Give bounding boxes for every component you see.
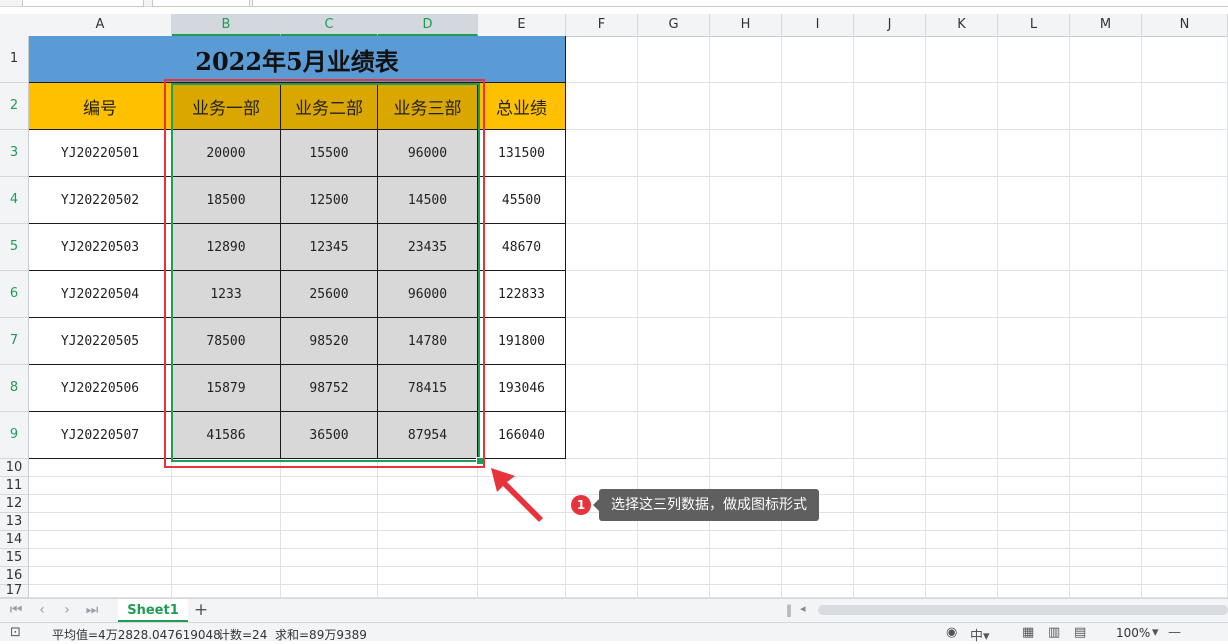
status-count: 计数=24	[218, 628, 268, 642]
column-header-bar: ABCDEFGHIJKLMN	[0, 14, 1228, 37]
grid-line	[29, 584, 1228, 585]
column-header-d[interactable]: D	[378, 14, 478, 36]
table-cell[interactable]: YJ20220506	[29, 365, 172, 412]
column-header-h[interactable]: H	[710, 14, 782, 36]
row-header-13[interactable]: 13	[0, 513, 28, 531]
column-header-e[interactable]: E	[478, 14, 566, 36]
column-header-a[interactable]: A	[29, 14, 172, 36]
callout: 1 选择这三列数据，做成图标形式	[571, 489, 819, 521]
zoom-level[interactable]: 100%	[1116, 626, 1150, 640]
highlight-box	[164, 79, 485, 468]
column-header-m[interactable]: M	[1070, 14, 1142, 36]
table-cell[interactable]: YJ20220507	[29, 412, 172, 459]
page-layout-icon[interactable]: ▥	[1048, 625, 1060, 640]
row-header-6[interactable]: 6	[0, 271, 28, 318]
macro-icon[interactable]: ⊡	[10, 625, 21, 640]
table-cell[interactable]: YJ20220502	[29, 177, 172, 224]
row-header-12[interactable]: 12	[0, 495, 28, 513]
table-cell[interactable]: YJ20220505	[29, 318, 172, 365]
first-sheet-icon[interactable]: ⏮	[6, 602, 26, 618]
column-header-b[interactable]: B	[172, 14, 281, 36]
status-sum: 求和=89万9389	[275, 628, 367, 642]
last-sheet-icon[interactable]: ⏭	[82, 602, 102, 618]
normal-view-icon[interactable]: ▦	[1022, 625, 1034, 640]
prev-sheet-icon[interactable]: ‹	[32, 602, 52, 618]
callout-text: 选择这三列数据，做成图标形式	[593, 489, 819, 521]
table-cell[interactable]: 131500	[478, 130, 566, 177]
row-header-14[interactable]: 14	[0, 531, 28, 549]
next-sheet-icon[interactable]: ›	[57, 602, 77, 618]
table-cell[interactable]: YJ20220501	[29, 130, 172, 177]
column-header-i[interactable]: I	[782, 14, 854, 36]
grid-line	[29, 548, 1228, 549]
table-cell[interactable]: 191800	[478, 318, 566, 365]
zoom-out-icon[interactable]: —	[1168, 625, 1181, 640]
table-title[interactable]: 2022年5月业绩表	[29, 36, 566, 83]
row-header-5[interactable]: 5	[0, 224, 28, 271]
arrow-icon	[491, 468, 543, 522]
row-header-bar: 1 2 3 4 5 6 7 8 9 10 11 12 13 14 15 16 17	[0, 36, 29, 598]
sheet-tab-bar: ⏮ ‹ › ⏭ Sheet1 + ‖ ◂	[0, 598, 1228, 623]
table-cell[interactable]: 48670	[478, 224, 566, 271]
column-header-n[interactable]: N	[1142, 14, 1228, 36]
split-handle-icon[interactable]: ‖	[786, 603, 792, 617]
row-header-7[interactable]: 7	[0, 318, 28, 365]
table-cell[interactable]: 122833	[478, 271, 566, 318]
row-header-8[interactable]: 8	[0, 365, 28, 412]
row-header-17[interactable]: 17	[0, 584, 28, 598]
horizontal-scrollbar[interactable]	[818, 605, 1228, 615]
step-badge: 1	[571, 495, 591, 515]
column-header-j[interactable]: J	[854, 14, 926, 36]
row-header-2[interactable]: 2	[0, 83, 28, 130]
row-header-10[interactable]: 10	[0, 459, 28, 477]
page-break-icon[interactable]: ▤	[1074, 625, 1086, 640]
table-cell[interactable]: YJ20220503	[29, 224, 172, 271]
table-cell[interactable]: 45500	[478, 177, 566, 224]
formula-bar-strip	[0, 0, 1228, 7]
status-bar: ⊡ 平均值=4万2828.047619048 计数=24 求和=89万9389 …	[0, 622, 1228, 644]
table-header-cell[interactable]: 编号	[29, 83, 172, 130]
row-header-4[interactable]: 4	[0, 177, 28, 224]
row-header-9[interactable]: 9	[0, 412, 28, 459]
table-cell[interactable]: YJ20220504	[29, 271, 172, 318]
center-icon[interactable]: 中▾	[970, 625, 990, 644]
column-header-c[interactable]: C	[281, 14, 378, 36]
grid-line	[29, 476, 1228, 477]
status-average: 平均值=4万2828.047619048	[52, 628, 221, 642]
table-cell[interactable]: 193046	[478, 365, 566, 412]
zoom-menu-icon[interactable]: ▾	[1152, 625, 1159, 640]
column-header-g[interactable]: G	[638, 14, 710, 36]
formula-input[interactable]	[252, 0, 1228, 7]
column-header-l[interactable]: L	[998, 14, 1070, 36]
row-header-1[interactable]: 1	[0, 36, 28, 83]
column-header-k[interactable]: K	[926, 14, 998, 36]
add-sheet-icon[interactable]: +	[192, 600, 210, 620]
eye-protection-icon[interactable]: ◉	[946, 625, 957, 640]
column-header-f[interactable]: F	[566, 14, 638, 36]
table-cell[interactable]: 166040	[478, 412, 566, 459]
grid-line	[29, 530, 1228, 531]
row-header-15[interactable]: 15	[0, 549, 28, 567]
scroll-left-icon[interactable]: ◂	[800, 602, 806, 615]
grid-line	[29, 566, 1228, 567]
table-header-cell[interactable]: 总业绩	[478, 83, 566, 130]
row-header-11[interactable]: 11	[0, 477, 28, 495]
sheet-tab-sheet1[interactable]: Sheet1	[118, 599, 188, 622]
row-header-3[interactable]: 3	[0, 130, 28, 177]
name-box[interactable]	[22, 0, 144, 7]
function-buttons[interactable]	[152, 0, 250, 7]
